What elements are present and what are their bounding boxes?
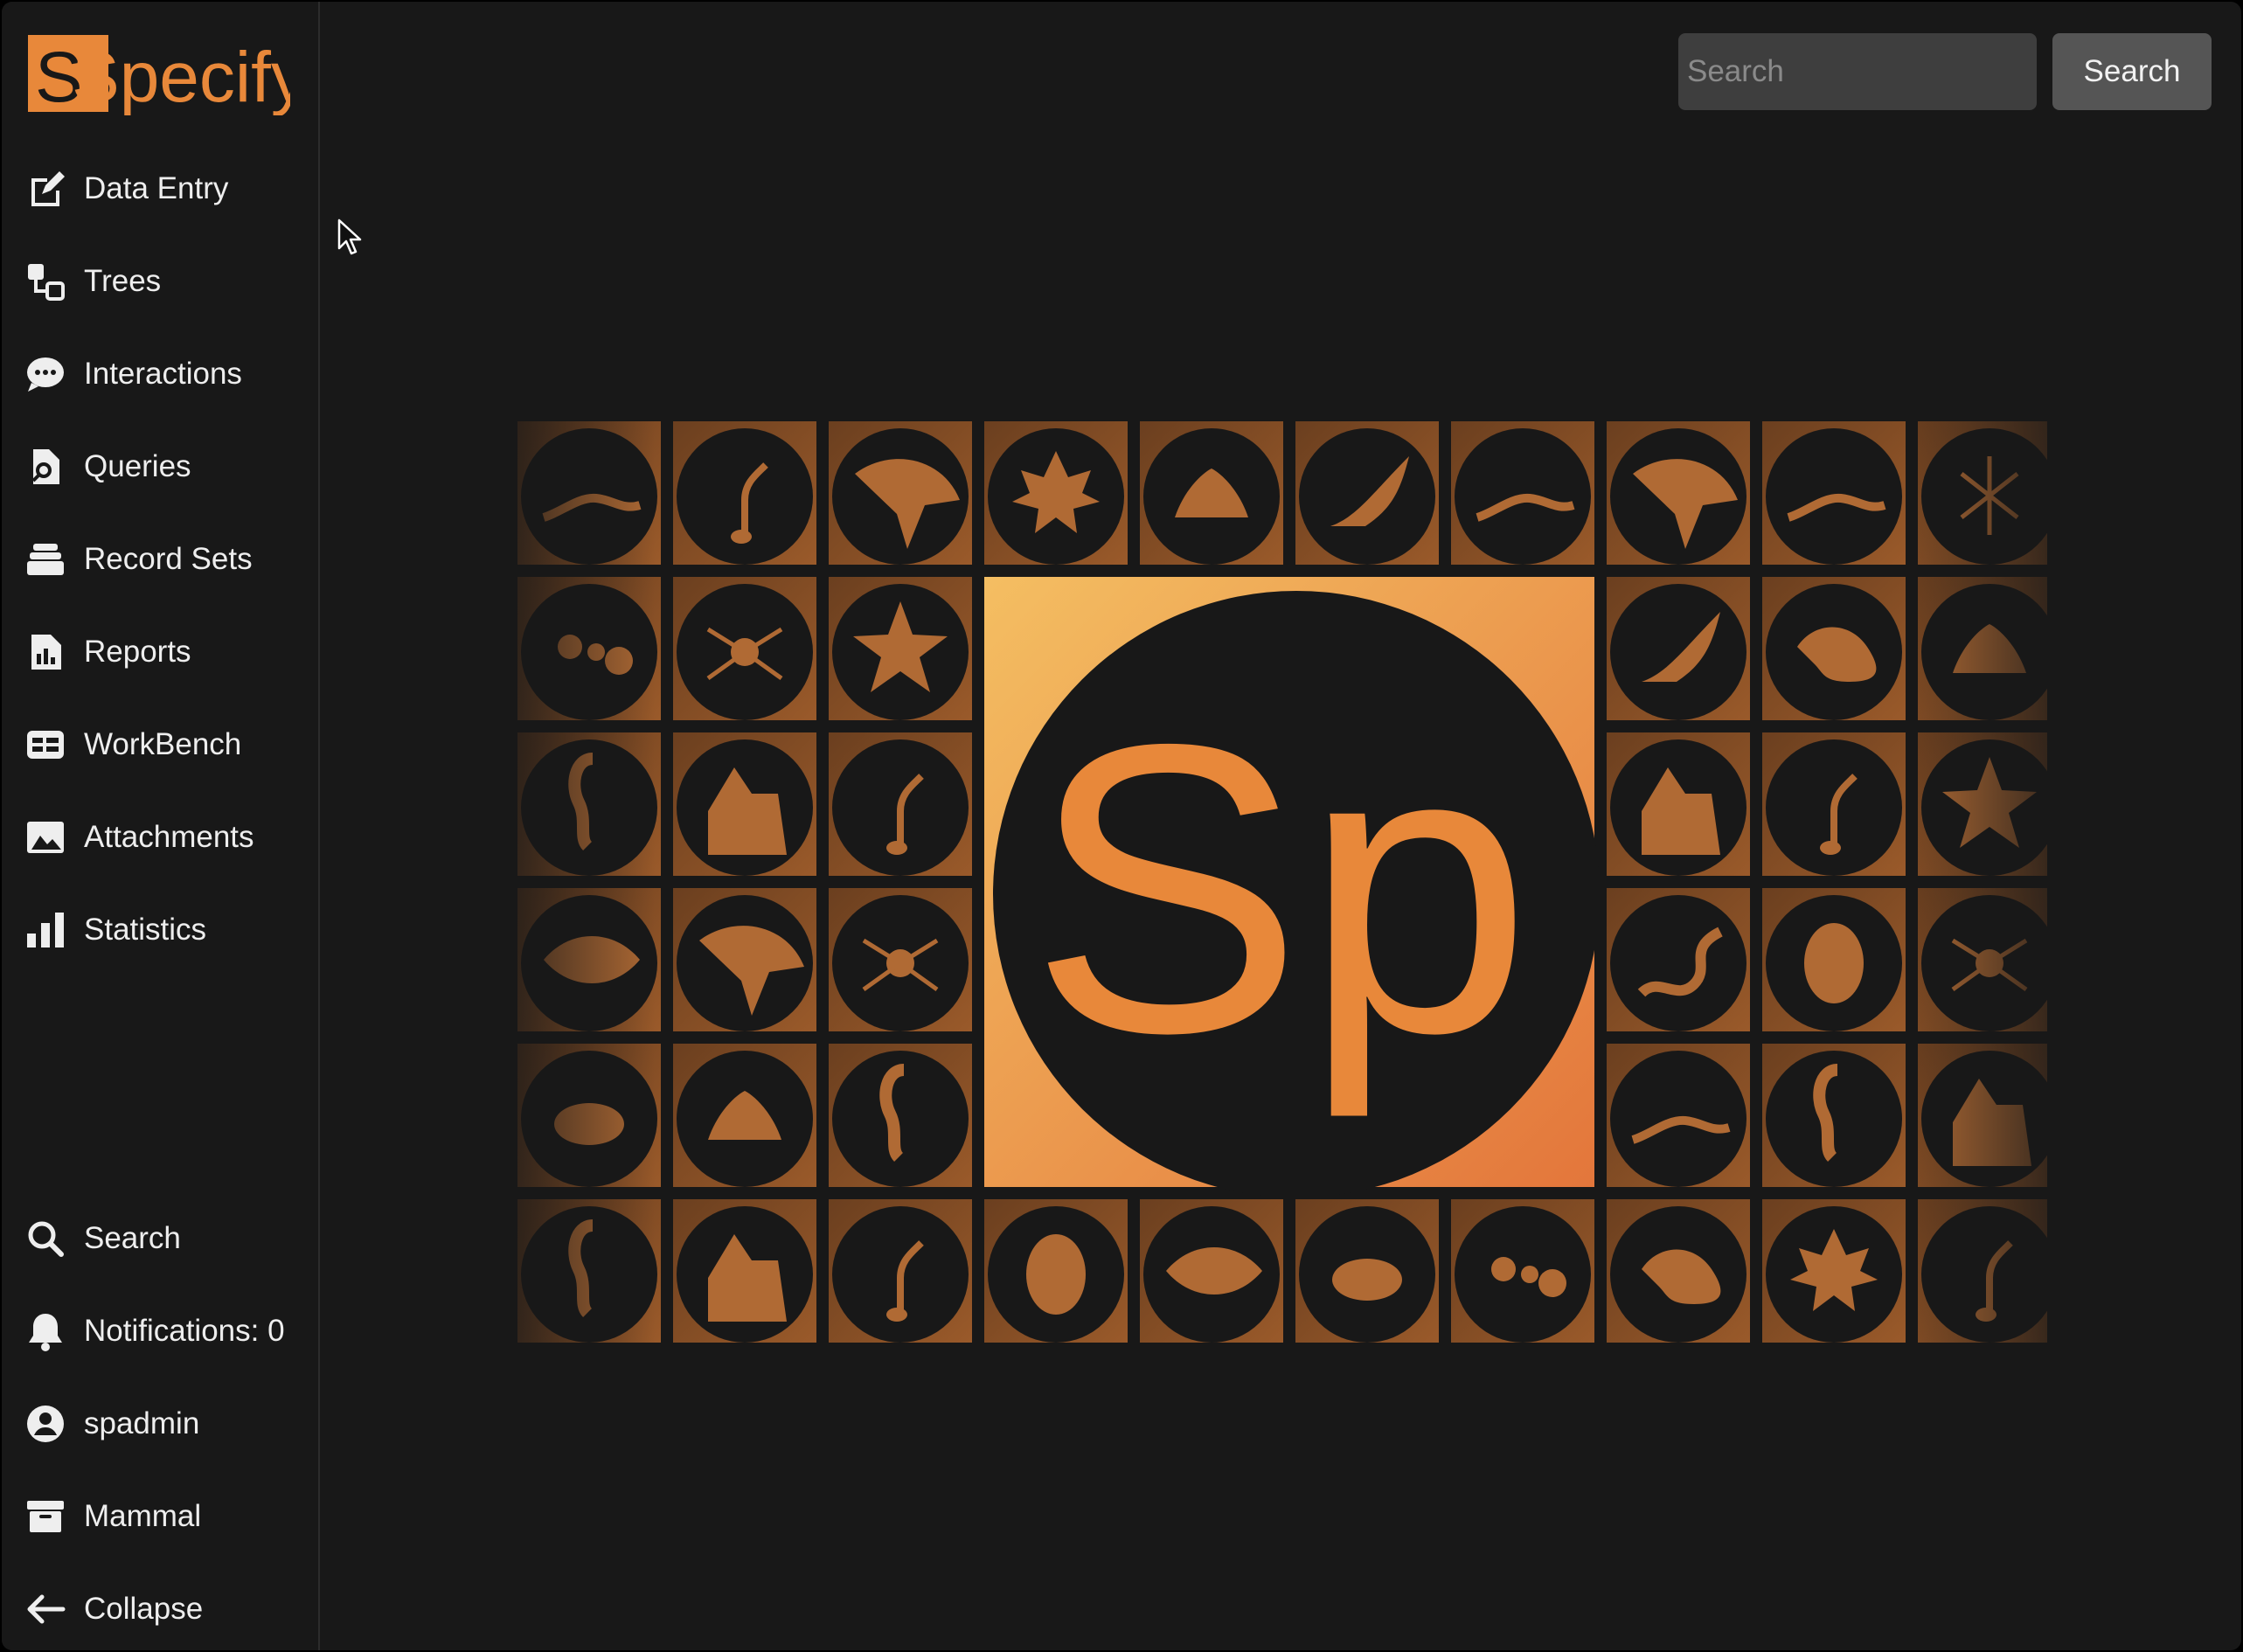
sidebar-item-label: Record Sets — [84, 542, 253, 576]
image-icon — [24, 816, 66, 858]
mosaic-tile-starfish — [1918, 732, 2047, 876]
mosaic-tile-dinosaur-skull — [829, 421, 972, 565]
sidebar-item-label: WorkBench — [84, 727, 242, 761]
mosaic-tile-seahorse — [517, 732, 661, 876]
sidebar-item-label: Data Entry — [84, 171, 229, 205]
sidebar-item-label: Trees — [84, 264, 162, 298]
mosaic-tile-ant — [517, 577, 661, 720]
splash-logo-letters: Sp — [1030, 659, 1532, 1121]
sidebar: S Specify 7 Data Entry Trees Interactions Q… — [2, 2, 320, 1650]
mosaic-tile-seedling — [673, 421, 816, 565]
sidebar-item-label: Search — [84, 1221, 181, 1255]
sidebar-item-label: Notifications: 0 — [84, 1314, 285, 1348]
mosaic-tile-dinosaur-skull — [1607, 421, 1750, 565]
mosaic-tile-seahorse — [517, 1199, 661, 1343]
splash-logo: Sp — [984, 577, 1600, 1197]
mosaic-tile-trilobite — [1762, 888, 1906, 1031]
mosaic-tile-seedling — [829, 1199, 972, 1343]
sidebar-item-label: Collapse — [84, 1592, 204, 1626]
mosaic-tile-maple-leaf — [984, 421, 1128, 565]
mosaic-tile-fish — [1140, 1199, 1283, 1343]
mosaic-tile-ant — [1451, 1199, 1594, 1343]
stack-icon — [24, 538, 66, 580]
mosaic-tile-spider — [829, 888, 972, 1031]
mosaic-tile-frog — [517, 1044, 661, 1187]
mosaic-tile-lizard — [1451, 421, 1594, 565]
query-icon — [24, 446, 66, 488]
sidebar-item-workbench[interactable]: WorkBench — [2, 710, 318, 780]
mosaic-tile-maple-leaf — [1762, 1199, 1906, 1343]
mosaic-tile-bird — [1607, 577, 1750, 720]
mosaic-tile-wolf — [673, 1199, 816, 1343]
sidebar-item-label: Queries — [84, 449, 191, 483]
mosaic-tile-lizard — [1607, 1044, 1750, 1187]
sidebar-item-notifications-0[interactable]: Notifications: 0 — [2, 1296, 318, 1366]
mosaic-tile-seahorse — [1762, 1044, 1906, 1187]
mosaic-tile-starfish — [829, 577, 972, 720]
mosaic-tile-spider — [673, 577, 816, 720]
sidebar-item-label: Reports — [84, 635, 191, 669]
sidebar-item-label: Mammal — [84, 1499, 202, 1533]
mosaic-tile-frog — [1295, 1199, 1439, 1343]
mosaic-tile-wolf — [673, 732, 816, 876]
mosaic-tile-bird — [1295, 421, 1439, 565]
mosaic-tile-lotus — [673, 1044, 816, 1187]
logo-text: Specify 7 — [72, 38, 290, 115]
search-icon — [24, 1218, 66, 1260]
archive-icon — [24, 1496, 66, 1537]
sidebar-item-spadmin[interactable]: spadmin — [2, 1389, 318, 1459]
sidebar-item-queries[interactable]: Queries — [2, 432, 318, 502]
mosaic-tile-seahorse — [829, 1044, 972, 1187]
bell-icon — [24, 1310, 66, 1352]
app-window: S Specify 7 Data Entry Trees Interactions Q… — [2, 2, 2241, 1650]
mosaic-tile-wolf — [1918, 1044, 2047, 1187]
sidebar-item-attachments[interactable]: Attachments — [2, 802, 318, 872]
specify-logo[interactable]: S Specify 7 — [28, 31, 290, 115]
mosaic-tile-lotus — [1140, 421, 1283, 565]
sidebar-item-label: Interactions — [84, 357, 242, 391]
chat-icon — [24, 353, 66, 395]
search-button[interactable]: Search — [2052, 33, 2212, 110]
sidebar-item-collapse[interactable]: Collapse — [2, 1574, 318, 1644]
search-input[interactable] — [1678, 33, 2037, 110]
mosaic-tile-wolf — [1607, 732, 1750, 876]
sidebar-item-reports[interactable]: Reports — [2, 617, 318, 687]
mouse-cursor-icon — [337, 219, 362, 255]
mosaic-tile-fish — [517, 888, 661, 1031]
mosaic-tile-lizard — [517, 421, 661, 565]
mosaic-tile-monkey — [1607, 1199, 1750, 1343]
sidebar-item-record-sets[interactable]: Record Sets — [2, 524, 318, 594]
sidebar-item-interactions[interactable]: Interactions — [2, 339, 318, 409]
edit-icon — [24, 168, 66, 210]
tree-icon — [24, 260, 66, 302]
sidebar-item-data-entry[interactable]: Data Entry — [2, 154, 318, 224]
table-icon — [24, 724, 66, 766]
bar-chart-icon — [24, 909, 66, 951]
mosaic-tile-seedling — [1918, 1199, 2047, 1343]
mosaic-tile-snake — [1607, 888, 1750, 1031]
mosaic-tile-trilobite — [984, 1199, 1128, 1343]
mosaic-tile-monkey — [1762, 577, 1906, 720]
mosaic-tile-lizard — [1762, 421, 1906, 565]
mosaic-tile-seedling — [829, 732, 972, 876]
mosaic-tile-dinosaur-skull — [673, 888, 816, 1031]
arrow-left-icon — [24, 1588, 66, 1630]
user-icon — [24, 1403, 66, 1445]
splash-mosaic: Sp — [517, 421, 2047, 1343]
sidebar-item-search[interactable]: Search — [2, 1204, 318, 1274]
mosaic-tile-seedling — [1762, 732, 1906, 876]
mosaic-tile-mosquito — [1918, 421, 2047, 565]
report-icon — [24, 631, 66, 673]
mosaic-tile-spider — [1918, 888, 2047, 1031]
mosaic-tile-lotus — [1918, 577, 2047, 720]
sidebar-item-trees[interactable]: Trees — [2, 246, 318, 316]
sidebar-item-label: spadmin — [84, 1406, 200, 1440]
sidebar-item-label: Attachments — [84, 820, 254, 854]
sidebar-item-mammal[interactable]: Mammal — [2, 1482, 318, 1551]
sidebar-item-statistics[interactable]: Statistics — [2, 895, 318, 965]
sidebar-item-label: Statistics — [84, 913, 207, 947]
